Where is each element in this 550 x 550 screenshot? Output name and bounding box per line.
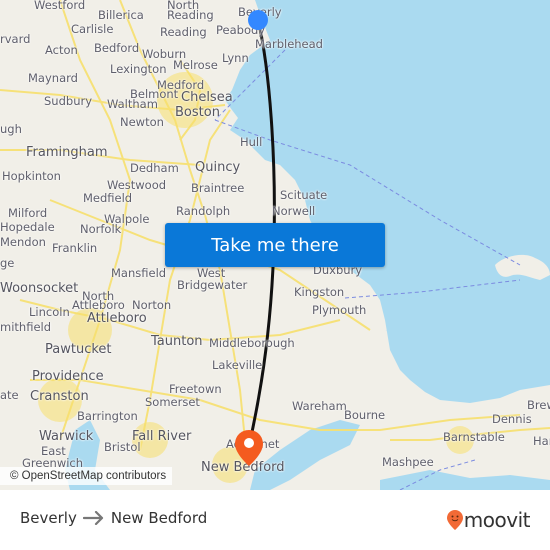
- place-label: Scituate: [280, 188, 328, 202]
- map-attribution[interactable]: © OpenStreetMap contributors: [0, 467, 173, 485]
- place-label: Framingham: [26, 145, 108, 160]
- place-label: Attleboro: [72, 298, 125, 312]
- place-label: Quincy: [195, 160, 241, 175]
- place-label: Norton: [132, 298, 172, 312]
- place-label: Brew: [527, 398, 550, 412]
- place-label: Barrington: [77, 409, 138, 423]
- place-label: Mashpee: [382, 455, 434, 469]
- place-label: Hull: [240, 135, 263, 149]
- place-label: Bourne: [344, 408, 386, 422]
- place-label: Chelsea: [181, 90, 233, 105]
- place-label: rvard: [0, 32, 31, 46]
- place-label: Bridgewater: [177, 278, 248, 292]
- place-label: Mendon: [0, 235, 46, 249]
- place-label: Attleboro: [87, 311, 147, 326]
- place-label: Westwood: [107, 178, 167, 192]
- place-label: Billerica: [98, 8, 144, 22]
- place-label: mithfield: [0, 320, 52, 334]
- place-label: Har: [533, 434, 550, 448]
- place-label: ge: [0, 256, 15, 270]
- arrow-right-icon: [82, 511, 103, 525]
- origin-name: Beverly: [20, 509, 77, 527]
- place-label: Woonsocket: [0, 281, 79, 296]
- place-label: Lincoln: [29, 305, 70, 319]
- brand-name: moovit: [463, 508, 531, 532]
- place-label: Somerset: [145, 395, 200, 409]
- place-label: Sudbury: [44, 94, 93, 108]
- cape-cod-bay: [385, 270, 540, 360]
- map[interactable]: WestfordBillericaNorthReadingBeverlyrvar…: [0, 0, 550, 490]
- place-label: Hopkinton: [2, 169, 61, 183]
- place-label: Pawtucket: [45, 342, 112, 357]
- place-label: Norfolk: [80, 222, 122, 236]
- route-summary: Beverly New Bedford: [20, 509, 207, 527]
- footer: Beverly New Bedford moovit: [0, 490, 550, 550]
- place-label: ugh: [0, 122, 22, 136]
- place-label: Taunton: [151, 334, 203, 349]
- place-label: Lynn: [222, 51, 249, 65]
- place-label: Acton: [45, 43, 78, 57]
- place-label: Braintree: [191, 181, 245, 195]
- place-label: Bristol: [104, 440, 141, 454]
- place-label: Lakeville: [212, 358, 263, 372]
- place-label: Middleborough: [209, 336, 295, 350]
- take-me-there-button[interactable]: Take me there: [165, 223, 385, 267]
- place-label: Reading: [167, 8, 214, 22]
- place-label: Carlisle: [71, 22, 114, 36]
- place-label: Bedford: [94, 41, 140, 55]
- place-label: Boston: [175, 105, 220, 120]
- place-label: Dennis: [492, 412, 532, 426]
- place-label: Randolph: [176, 204, 231, 218]
- place-label: Franklin: [52, 241, 98, 255]
- land-provincetown: [495, 254, 550, 280]
- place-label: Belmont: [130, 87, 179, 101]
- place-label: Plymouth: [312, 303, 367, 317]
- origin-marker[interactable]: [248, 10, 268, 30]
- place-label: Melrose: [173, 58, 218, 72]
- place-label: Marblehead: [255, 37, 323, 51]
- place-label: Maynard: [28, 71, 78, 85]
- place-label: ate: [0, 388, 19, 402]
- place-label: Kingston: [294, 285, 345, 299]
- place-label: Mansfield: [111, 266, 167, 280]
- place-label: Milford: [8, 206, 48, 220]
- place-label: Barnstable: [443, 430, 505, 444]
- place-label: Norwell: [272, 204, 316, 218]
- moovit-logo[interactable]: moovit: [446, 508, 531, 532]
- place-label: Westford: [34, 0, 86, 12]
- place-label: Lexington: [110, 62, 167, 76]
- place-label: Providence: [32, 369, 104, 384]
- destination-name: New Bedford: [110, 509, 208, 527]
- place-label: Dedham: [130, 161, 179, 175]
- destination-marker-icon[interactable]: [235, 430, 263, 466]
- place-label: Wareham: [292, 399, 347, 413]
- place-label: Hopedale: [0, 220, 55, 234]
- moovit-pin-icon: [446, 510, 463, 530]
- place-label: Reading: [160, 25, 207, 39]
- place-label: Cranston: [30, 389, 89, 404]
- place-label: Newton: [120, 115, 164, 129]
- place-label: Medfield: [83, 191, 133, 205]
- place-label: Freetown: [169, 382, 222, 396]
- place-label: Warwick: [39, 429, 94, 444]
